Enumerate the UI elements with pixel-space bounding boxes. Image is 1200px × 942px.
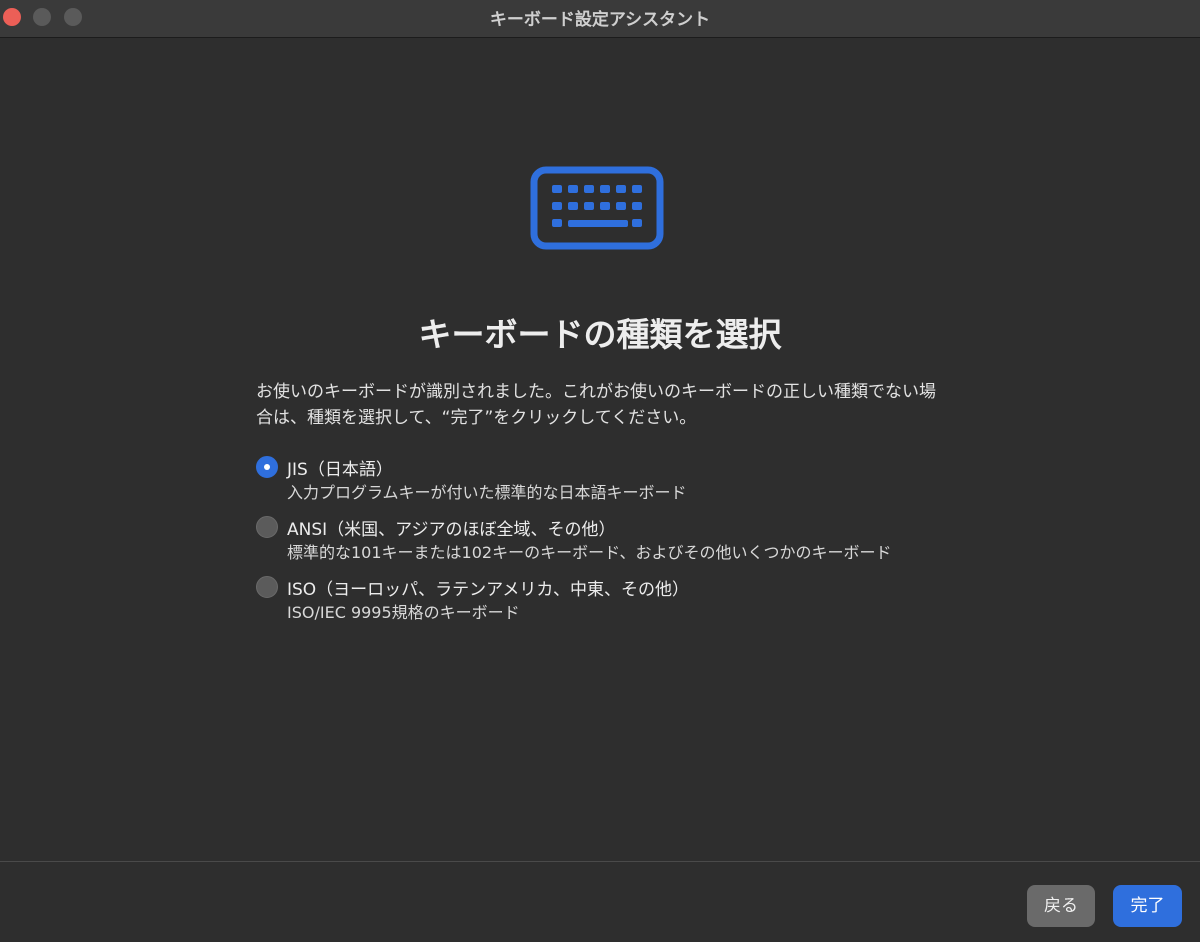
- done-button[interactable]: 完了: [1113, 885, 1182, 927]
- footer-divider: [0, 861, 1200, 862]
- option-iso-subtitle: ISO/IEC 9995規格のキーボード: [287, 603, 520, 622]
- title-bar: キーボード設定アシスタント: [0, 0, 1200, 38]
- option-iso[interactable]: ISO（ヨーロッパ、ラテンアメリカ、中東、その他） ISO/IEC 9995規格…: [256, 575, 956, 625]
- option-jis-subtitle: 入力プログラムキーが付いた標準的な日本語キーボード: [287, 483, 687, 502]
- description-text: お使いのキーボードが識別されました。これがお使いのキーボードの正しい種類でない場…: [256, 382, 936, 428]
- radio-jis[interactable]: [256, 456, 278, 478]
- keyboard-icon: [530, 166, 664, 250]
- option-iso-title: ISO（ヨーロッパ、ラテンアメリカ、中東、その他）: [287, 580, 689, 600]
- option-ansi-title: ANSI（米国、アジアのほぼ全域、その他）: [287, 520, 616, 540]
- window-title: キーボード設定アシスタント: [489, 10, 711, 30]
- option-ansi[interactable]: ANSI（米国、アジアのほぼ全域、その他） 標準的な101キーまたは102キーの…: [256, 515, 956, 565]
- page-heading: キーボードの種類を選択: [418, 315, 782, 354]
- back-button[interactable]: 戻る: [1027, 885, 1095, 927]
- option-jis-title: JIS（日本語）: [287, 460, 393, 480]
- option-jis[interactable]: JIS（日本語） 入力プログラムキーが付いた標準的な日本語キーボード: [256, 455, 956, 505]
- option-ansi-subtitle: 標準的な101キーまたは102キーのキーボード、およびその他いくつかのキーボード: [287, 543, 892, 562]
- keyboard-setup-window: キーボード設定アシスタント キーボードの種類を選択 お使いのキーボードが識別され…: [0, 0, 1200, 942]
- radio-ansi[interactable]: [256, 516, 278, 538]
- radio-iso[interactable]: [256, 576, 278, 598]
